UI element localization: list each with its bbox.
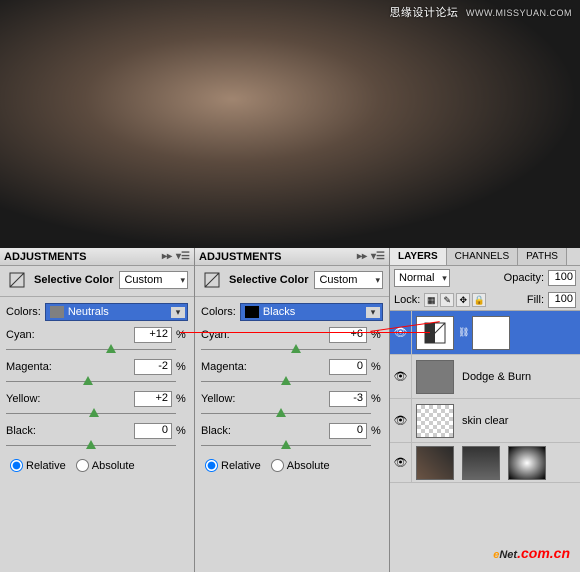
yellow-row: Yellow: +2 %: [0, 389, 194, 421]
magenta-row: Magenta: -2 %: [0, 357, 194, 389]
lock-paint-icon[interactable]: ✎: [440, 293, 454, 307]
layer-thumb-2[interactable]: [462, 446, 500, 480]
lock-move-icon[interactable]: ✥: [456, 293, 470, 307]
colors-dropdown[interactable]: Neutrals: [45, 303, 188, 321]
mask-thumb[interactable]: [472, 316, 510, 350]
cyan-slider[interactable]: [6, 345, 176, 355]
watermark-url: WWW.MISSYUAN.COM: [466, 8, 572, 18]
fill-label: Fill:: [527, 294, 544, 306]
enet-logo: eNet.com.cn: [493, 538, 570, 564]
layer-thumb[interactable]: [416, 446, 454, 480]
swatch-neutral: [50, 306, 64, 318]
opacity-value[interactable]: 100: [548, 270, 576, 286]
layer-row-selective-color[interactable]: 👁 ⛓: [390, 311, 580, 355]
yellow-value[interactable]: -3: [329, 391, 367, 407]
layer-name: Dodge & Burn: [462, 371, 531, 383]
colors-label: Colors:: [6, 306, 41, 318]
link-icon: ⛓: [458, 327, 468, 338]
panel-header: ADJUSTMENTS ▸▸ ▾☰: [0, 248, 194, 266]
layer-row-dodge-burn[interactable]: 👁 Dodge & Burn: [390, 355, 580, 399]
swatch-black: [245, 306, 259, 318]
black-row: Black: 0 %: [0, 421, 194, 453]
colors-dropdown[interactable]: Blacks: [240, 303, 383, 321]
magenta-slider[interactable]: [6, 377, 176, 387]
visibility-icon[interactable]: 👁: [390, 443, 412, 482]
layer-row-image[interactable]: 👁: [390, 443, 580, 483]
panel-title: ADJUSTMENTS: [4, 251, 87, 263]
mask-thumb[interactable]: [508, 446, 546, 480]
cyan-row: Cyan: +12 %: [0, 325, 194, 357]
magenta-value[interactable]: -2: [134, 359, 172, 375]
watermark: 思缘设计论坛 WWW.MISSYUAN.COM: [389, 4, 572, 20]
lock-label: Lock:: [394, 294, 420, 306]
black-slider[interactable]: [201, 441, 371, 451]
cyan-value[interactable]: +6: [329, 327, 367, 343]
opacity-label: Opacity:: [504, 272, 544, 284]
layer-list: 👁 ⛓ 👁 Dodge & Burn 👁 skin clear 👁: [390, 311, 580, 572]
adjustments-panel-2: ADJUSTMENTS ▸▸ ▾☰ Selective Color Custom…: [195, 248, 390, 572]
yellow-value[interactable]: +2: [134, 391, 172, 407]
yellow-slider[interactable]: [201, 409, 371, 419]
cyan-value[interactable]: +12: [134, 327, 172, 343]
preset-dropdown[interactable]: Custom: [314, 271, 383, 289]
annotation-line: [180, 332, 430, 333]
absolute-radio[interactable]: Absolute: [271, 459, 330, 472]
magenta-value[interactable]: 0: [329, 359, 367, 375]
lock-transparent-icon[interactable]: ▦: [424, 293, 438, 307]
preset-dropdown[interactable]: Custom: [119, 271, 188, 289]
collapse-icon[interactable]: ▸▸: [355, 251, 369, 263]
adjustment-name: Selective Color: [34, 274, 113, 286]
collapse-icon[interactable]: ▸▸: [160, 251, 174, 263]
selective-color-icon: [201, 270, 223, 290]
menu-icon[interactable]: ▾☰: [371, 251, 385, 263]
black-value[interactable]: 0: [134, 423, 172, 439]
cyan-slider[interactable]: [201, 345, 371, 355]
layer-thumb[interactable]: [416, 360, 454, 394]
layer-thumb[interactable]: [416, 404, 454, 438]
visibility-icon[interactable]: 👁: [390, 355, 412, 398]
selective-color-icon: [6, 270, 28, 290]
adjustments-panel-1: ADJUSTMENTS ▸▸ ▾☰ Selective Color Custom…: [0, 248, 195, 572]
menu-icon[interactable]: ▾☰: [176, 251, 190, 263]
fill-value[interactable]: 100: [548, 292, 576, 308]
tab-channels[interactable]: CHANNELS: [447, 248, 518, 265]
tab-layers[interactable]: LAYERS: [390, 248, 447, 265]
relative-radio[interactable]: Relative: [10, 459, 66, 472]
magenta-slider[interactable]: [201, 377, 371, 387]
absolute-radio[interactable]: Absolute: [76, 459, 135, 472]
visibility-icon[interactable]: 👁: [390, 399, 412, 442]
document-canvas: 思缘设计论坛 WWW.MISSYUAN.COM: [0, 0, 580, 248]
relative-radio[interactable]: Relative: [205, 459, 261, 472]
black-slider[interactable]: [6, 441, 176, 451]
layers-panel: LAYERS CHANNELS PATHS Normal Opacity: 10…: [390, 248, 580, 572]
lock-all-icon[interactable]: 🔒: [472, 293, 486, 307]
blend-mode-dropdown[interactable]: Normal: [394, 269, 450, 287]
colors-label: Colors:: [201, 306, 236, 318]
layer-row-skin-clear[interactable]: 👁 skin clear: [390, 399, 580, 443]
layer-name: skin clear: [462, 415, 508, 427]
panel-header: ADJUSTMENTS ▸▸ ▾☰: [195, 248, 389, 266]
tab-paths[interactable]: PATHS: [518, 248, 567, 265]
adjustment-name: Selective Color: [229, 274, 308, 286]
black-value[interactable]: 0: [329, 423, 367, 439]
yellow-slider[interactable]: [6, 409, 176, 419]
watermark-cn: 思缘设计论坛: [389, 7, 458, 19]
